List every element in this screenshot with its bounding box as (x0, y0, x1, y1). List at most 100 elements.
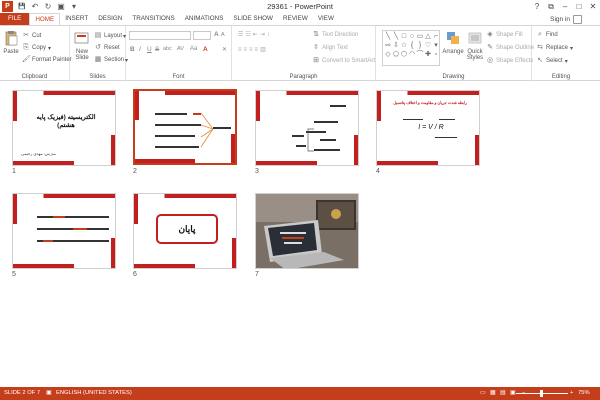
maximize-button[interactable]: □ (572, 0, 586, 13)
slide-border-decoration (256, 91, 358, 95)
tab-review[interactable]: REVIEW (278, 13, 313, 25)
shape-icon[interactable]: ⌒ (416, 50, 424, 59)
convert-smartart-button[interactable]: ⊞ Convert to SmartArt (312, 57, 375, 65)
slide-sorter-view-icon[interactable]: ▦ (490, 390, 495, 396)
tab-file[interactable]: FILE (0, 13, 30, 25)
text-line (330, 105, 346, 107)
text-direction-button[interactable]: ⇅ Text Direction (312, 31, 358, 39)
reading-view-icon[interactable]: ▤ (500, 390, 505, 396)
sign-in-link[interactable]: Sign in (550, 15, 582, 24)
align-text-button[interactable]: ⇳ Align Text (312, 44, 348, 52)
shape-icon[interactable]: ⬡ (400, 50, 408, 59)
grow-font-icon[interactable]: A (214, 31, 219, 38)
tab-view[interactable]: VIEW (313, 13, 339, 25)
slide-thumbnail-2[interactable] (133, 89, 237, 165)
clear-formatting-icon[interactable]: ✕ (222, 46, 227, 53)
layout-button[interactable]: ▤ Layout ▾ (94, 32, 126, 40)
strikethrough-button[interactable]: S (155, 46, 159, 53)
section-button[interactable]: ▦ Section ▾ (94, 56, 128, 64)
ribbon-display-options-icon[interactable]: ⧉ (544, 0, 558, 13)
zoom-slider-handle[interactable] (540, 390, 543, 397)
slideshow-view-icon[interactable]: ▣ (510, 390, 515, 396)
text-shadow-button[interactable]: abc (163, 46, 172, 52)
tab-transitions[interactable]: TRANSITIONS (127, 13, 179, 25)
zoom-slider[interactable] (516, 390, 568, 397)
quick-styles-icon (468, 32, 482, 44)
help-icon[interactable]: ? (530, 0, 544, 13)
paste-button[interactable]: Paste (2, 30, 20, 55)
line-shape-icon[interactable]: ╲ (384, 32, 392, 41)
oval-shape-icon[interactable]: ○ (408, 32, 416, 41)
tab-slide-show[interactable]: SLIDE SHOW (228, 13, 278, 25)
character-spacing-button[interactable]: AV (177, 46, 184, 52)
shape-icon[interactable]: ◇ (384, 50, 392, 59)
normal-view-icon[interactable]: ▭ (480, 390, 485, 396)
triangle-shape-icon[interactable]: △ (424, 32, 432, 41)
paste-icon (5, 31, 18, 46)
slide-thumbnail-7[interactable] (255, 193, 359, 269)
text-line (292, 135, 304, 137)
tab-animations[interactable]: ANIMATIONS (180, 13, 229, 25)
italic-button[interactable]: I (139, 46, 141, 53)
slide-thumbnail-6[interactable]: پایان (133, 193, 237, 269)
change-case-button[interactable]: Aa (190, 46, 197, 52)
slide-thumbnail-4[interactable]: رابطه شدت جریان و مقاومت و اختلاف پتانسی… (376, 90, 480, 166)
shape-icon[interactable]: ▫ (432, 50, 440, 59)
shape-outline-button[interactable]: ✎ Shape Outline (486, 44, 534, 52)
arrow-shape-icon[interactable]: ⇨ (384, 41, 392, 50)
shapes-gallery[interactable]: ╲ ╲ □ ○ ▭ △ ⌐ ⇨ ⇩ ☆{} ♡ ▾ ◇ ⬠ ⬡ ◠ ⌒ ✚ ▫ (382, 30, 440, 66)
shrink-font-icon[interactable]: A (221, 32, 225, 38)
slide-thumbnail-1[interactable]: الکتریسیته (فیزیک پایه هشتم) مدرس: مهدی … (12, 90, 116, 166)
zoom-in-icon[interactable]: + (570, 390, 573, 396)
slide-border-decoration (111, 135, 115, 165)
shape-fill-button[interactable]: ◈ Shape Fill (486, 31, 522, 39)
font-size-combobox[interactable] (193, 31, 211, 40)
arrange-label: Arrange (442, 49, 464, 55)
brace-shape-icon[interactable]: } (416, 41, 424, 50)
underline-button[interactable]: U (147, 46, 152, 53)
rectangle-shape-icon[interactable]: □ (400, 32, 408, 41)
slide-thumbnail-3[interactable] (255, 90, 359, 166)
replace-button[interactable]: ⇆ Replace ▾ (536, 44, 573, 52)
brace-shape-icon[interactable]: { (408, 41, 416, 50)
window-controls: ? ⧉ – □ ✕ (530, 0, 600, 13)
cut-button[interactable]: ✂ Cut (22, 32, 41, 40)
font-name-combobox[interactable] (129, 31, 191, 40)
format-painter-button[interactable]: 🖌 Format Painter (22, 56, 72, 64)
shape-icon[interactable]: ⬠ (392, 50, 400, 59)
tab-design[interactable]: DESIGN (93, 13, 127, 25)
reset-button[interactable]: ↺ Reset (94, 44, 120, 52)
language-indicator[interactable]: ENGLISH (UNITED STATES) (56, 390, 132, 396)
star-shape-icon[interactable]: ☆ (400, 41, 408, 50)
line-shape-icon[interactable]: ╲ (392, 32, 400, 41)
spellcheck-icon[interactable]: ▣ (46, 390, 51, 396)
slide-border-decoration (256, 161, 358, 165)
tab-insert[interactable]: INSERT (60, 13, 93, 25)
line-shape-icon[interactable]: ⌐ (432, 32, 440, 41)
more-shapes-icon[interactable]: ▾ (432, 41, 440, 50)
shape-icon[interactable]: ✚ (424, 50, 432, 59)
arrow-shape-icon[interactable]: ⇩ (392, 41, 400, 50)
minimize-button[interactable]: – (558, 0, 572, 13)
tab-home[interactable]: HOME (29, 13, 61, 25)
font-color-button[interactable]: A (203, 46, 208, 53)
heart-shape-icon[interactable]: ♡ (424, 41, 432, 50)
find-button[interactable]: ⌕ Find (536, 31, 558, 39)
arrange-button[interactable]: Arrange (442, 30, 464, 55)
group-label-editing: Editing (551, 74, 571, 80)
slide-thumbnail-5[interactable] (12, 193, 116, 269)
quick-styles-button[interactable]: Quick Styles (464, 30, 486, 61)
close-button[interactable]: ✕ (586, 0, 600, 13)
smartart-label: Convert to SmartArt (322, 58, 376, 64)
rounded-rect-shape-icon[interactable]: ▭ (416, 32, 424, 41)
align-buttons[interactable]: ≡ ≡ ≡ ≡ ▥ (238, 46, 268, 54)
zoom-level[interactable]: 75% (578, 390, 590, 396)
list-buttons[interactable]: ☰ ☷ ⇤ ⇥ ↕ (238, 31, 272, 39)
bold-button[interactable]: B (130, 46, 135, 53)
new-slide-button[interactable]: New Slide (72, 30, 92, 61)
shape-effects-button[interactable]: ◎ Shape Effects (486, 57, 533, 65)
copy-label: Copy (32, 45, 47, 51)
select-button[interactable]: ↖ Select ▾ (536, 57, 568, 65)
copy-button[interactable]: ⎘ Copy ▾ (22, 44, 51, 52)
shape-icon[interactable]: ◠ (408, 50, 416, 59)
